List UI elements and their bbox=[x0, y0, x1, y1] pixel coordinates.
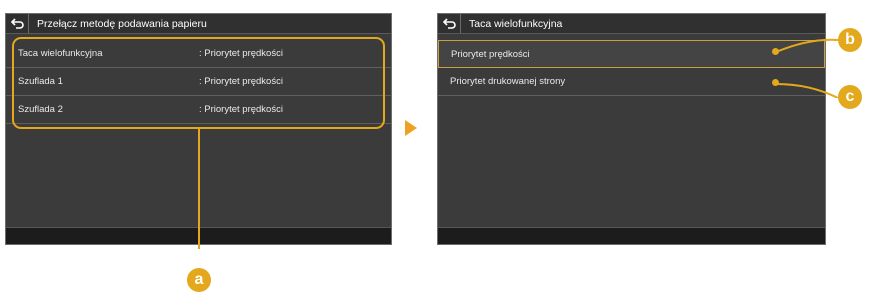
screen-multipurpose-tray: Taca wielofunkcyjna Priorytet prędkości … bbox=[437, 13, 826, 245]
page-title: Przełącz metodę podawania papieru bbox=[37, 17, 207, 30]
footer-bar bbox=[438, 227, 825, 244]
option-print-side-priority[interactable]: Priorytet drukowanej strony bbox=[438, 68, 825, 96]
option-label: Priorytet prędkości bbox=[451, 48, 530, 60]
title-bar: Przełącz metodę podawania papieru bbox=[6, 14, 391, 34]
option-speed-priority[interactable]: Priorytet prędkości bbox=[438, 40, 825, 68]
callout-badge-b: b bbox=[838, 28, 862, 52]
page-title: Taca wielofunkcyjna bbox=[469, 17, 563, 30]
back-arrow-icon bbox=[10, 18, 24, 29]
back-button[interactable] bbox=[438, 14, 461, 33]
callout-dot-b bbox=[772, 48, 779, 55]
option-label: Priorytet drukowanej strony bbox=[450, 76, 566, 87]
right-arrow-icon bbox=[405, 120, 417, 136]
back-button[interactable] bbox=[6, 14, 29, 33]
title-bar: Taca wielofunkcyjna bbox=[438, 14, 825, 34]
back-arrow-icon bbox=[442, 18, 456, 29]
callout-line-a bbox=[198, 129, 200, 249]
callout-badge-a: a bbox=[187, 268, 211, 292]
callout-dot-c bbox=[772, 79, 779, 86]
callout-frame-a bbox=[12, 37, 385, 129]
callout-badge-c: c bbox=[838, 85, 862, 109]
